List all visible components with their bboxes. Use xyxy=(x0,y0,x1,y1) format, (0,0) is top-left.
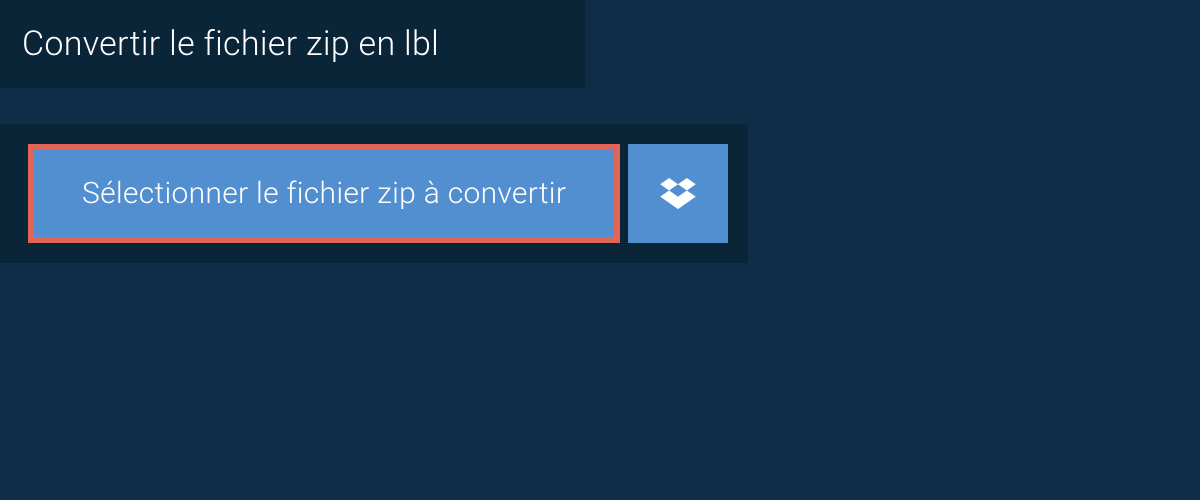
dropbox-button[interactable] xyxy=(628,144,728,243)
page-title: Convertir le fichier zip en lbl xyxy=(22,24,563,64)
select-file-label: Sélectionner le fichier zip à convertir xyxy=(82,176,566,211)
upload-card: Sélectionner le fichier zip à convertir xyxy=(0,124,748,263)
dropbox-icon xyxy=(660,178,696,210)
title-bar: Convertir le fichier zip en lbl xyxy=(0,0,585,88)
select-file-button[interactable]: Sélectionner le fichier zip à convertir xyxy=(28,144,620,243)
